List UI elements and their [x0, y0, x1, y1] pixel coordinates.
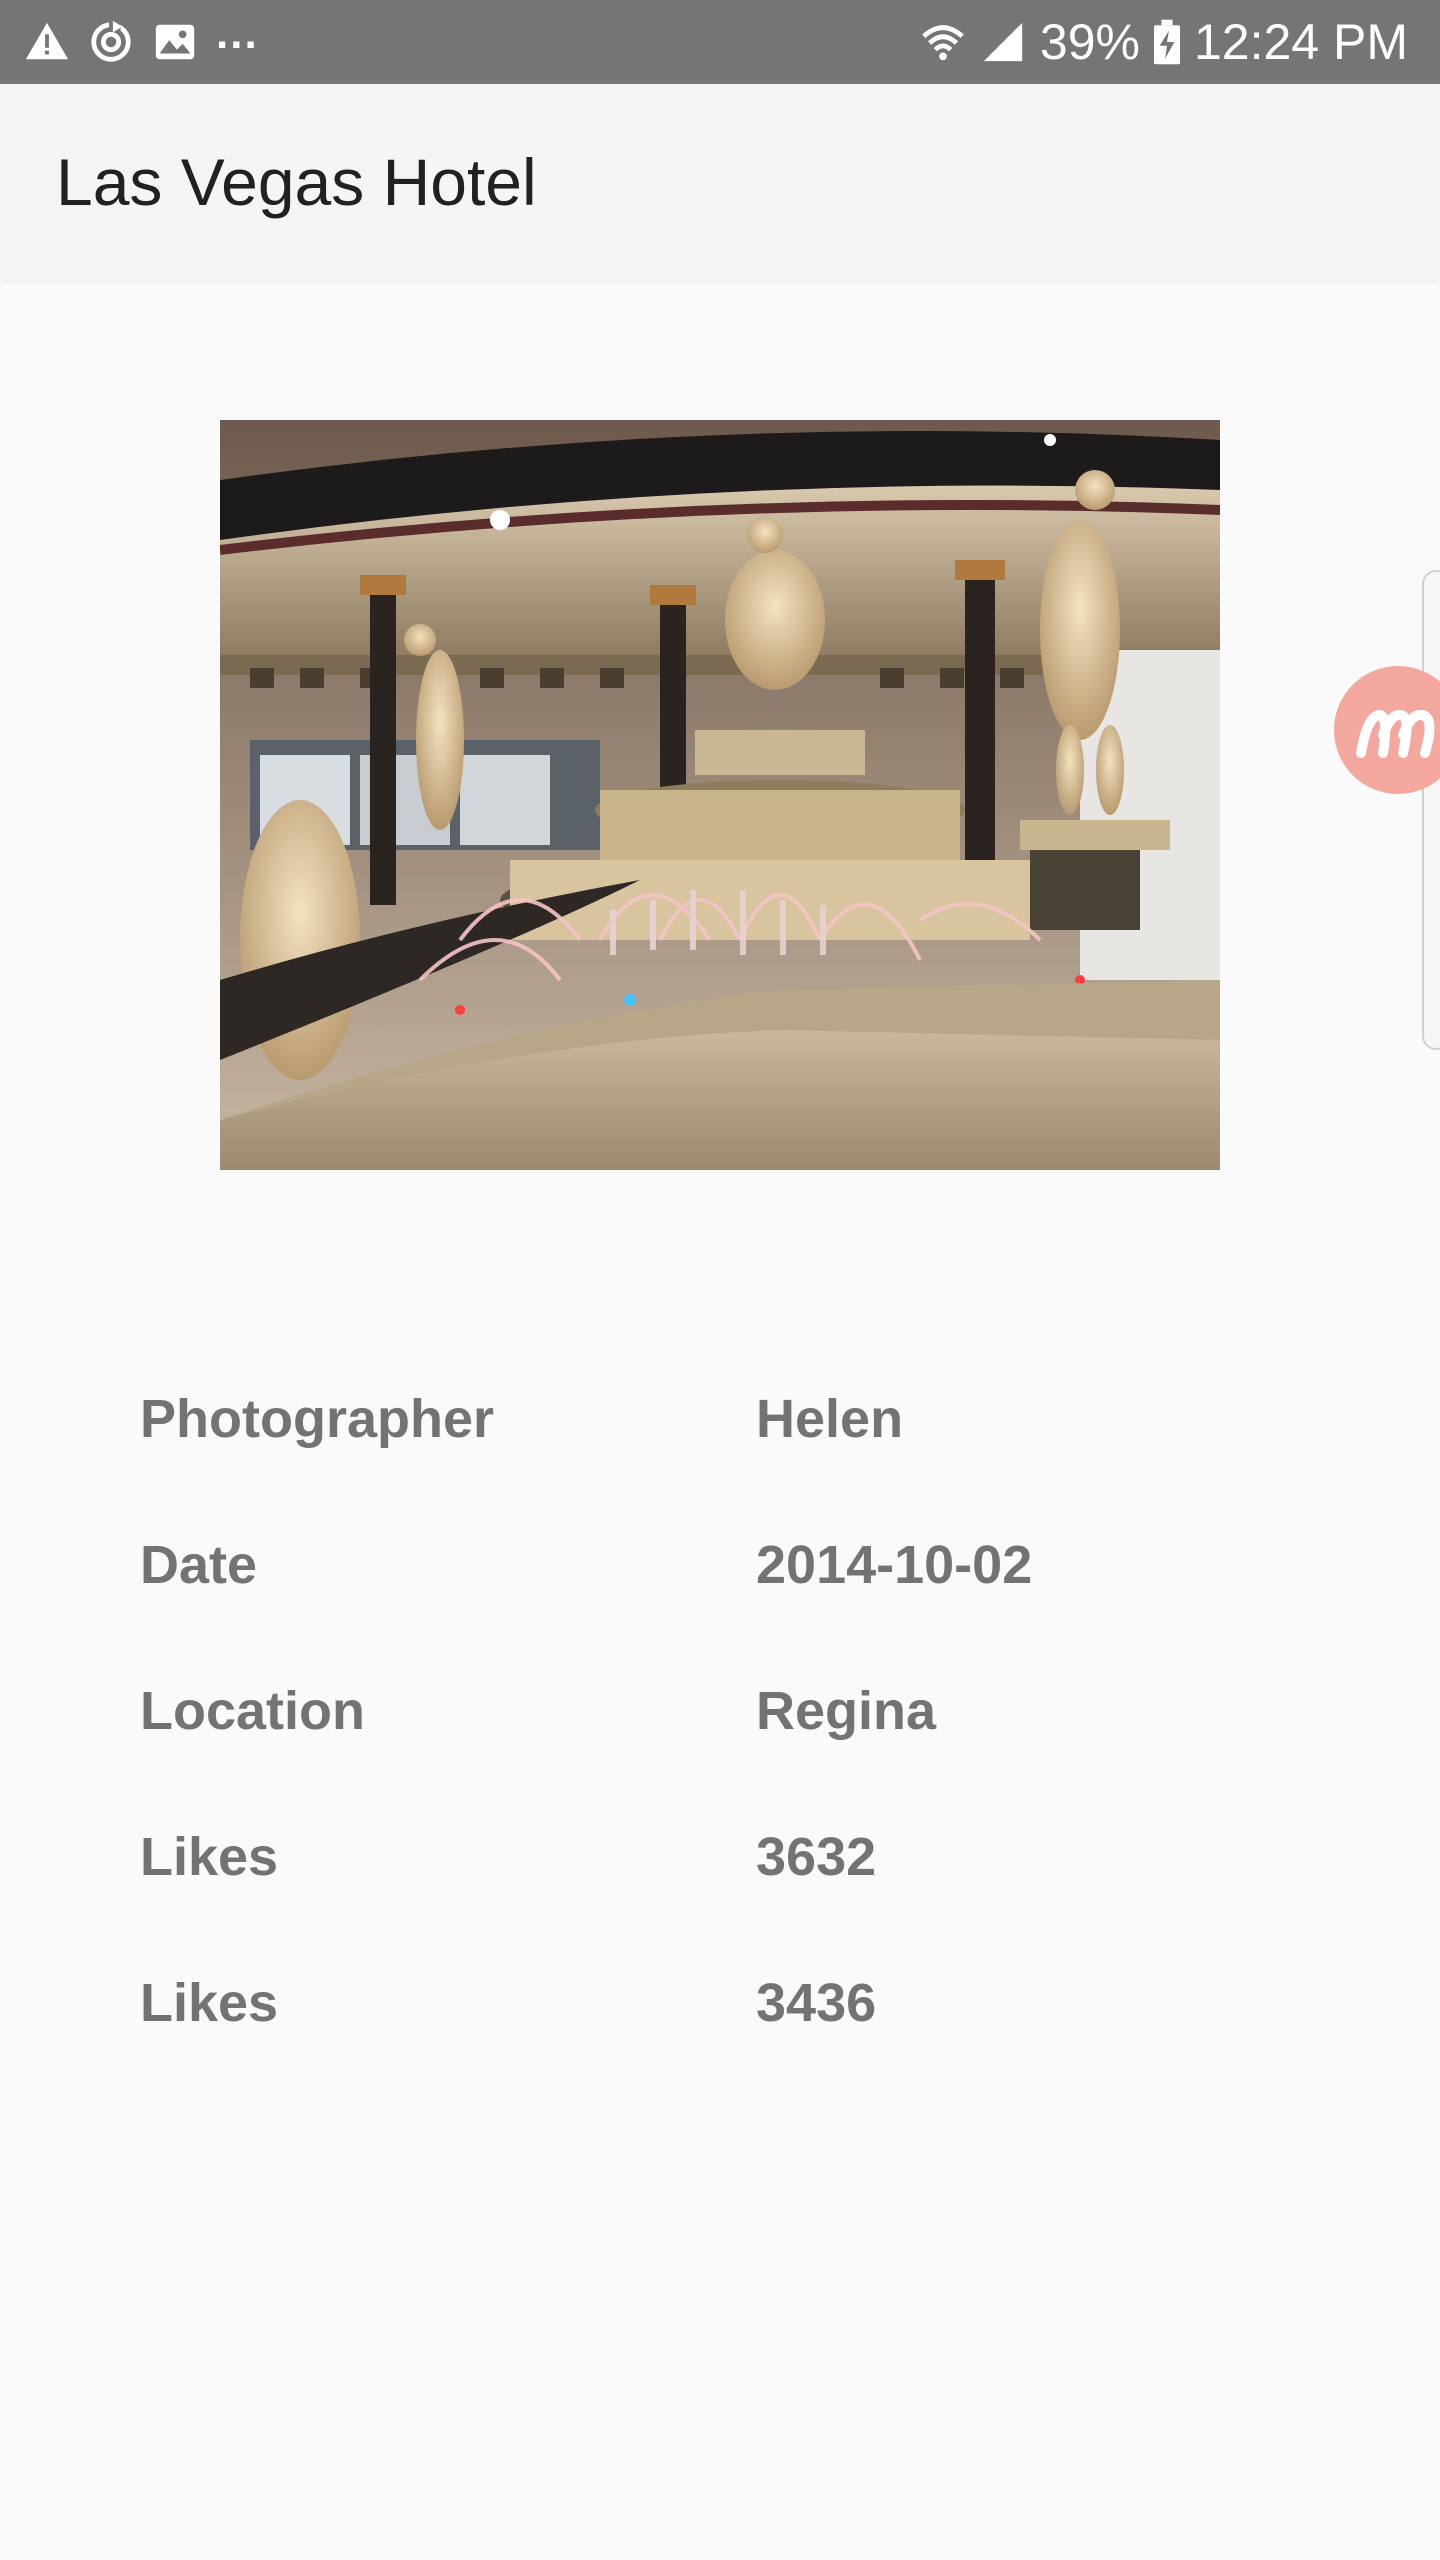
status-bar: ... 39% 12:24 PM — [0, 0, 1440, 84]
floating-app-badge[interactable] — [1334, 666, 1440, 794]
detail-label: Photographer — [140, 1389, 495, 1449]
wifi-icon — [922, 25, 964, 61]
detail-label: Likes — [140, 1827, 279, 1887]
image-icon — [155, 24, 195, 60]
battery-charging-icon — [1153, 19, 1180, 65]
detail-label: Likes — [140, 1973, 279, 2033]
app-bar: Las Vegas Hotel — [0, 84, 1440, 280]
detail-row-location: Location Regina — [140, 1662, 1300, 1808]
detail-row-likes-2: Likes 3436 — [140, 1954, 1300, 2100]
edge-panel-handle[interactable] — [1422, 570, 1440, 1050]
detail-value: Helen — [756, 1389, 904, 1449]
m-logo-icon — [1356, 709, 1435, 758]
detail-value: 3436 — [756, 1973, 877, 2033]
clock: 12:24 PM — [1193, 14, 1408, 70]
hotel-photo[interactable] — [220, 420, 1220, 1170]
status-left-group: ... — [24, 0, 259, 84]
detail-label: Location — [140, 1681, 365, 1741]
detail-row-date: Date 2014-10-02 — [140, 1516, 1300, 1662]
sync-icon — [91, 20, 131, 62]
detail-row-likes: Likes 3632 — [140, 1808, 1300, 1954]
detail-value: 3632 — [756, 1827, 877, 1887]
battery-percent: 39% — [1039, 14, 1140, 70]
notification-overflow: ... — [216, 9, 259, 58]
detail-value: Regina — [756, 1681, 937, 1741]
photo-details: Photographer Helen Date 2014-10-02 Locat… — [140, 1370, 1300, 2100]
detail-value: 2014-10-02 — [756, 1535, 1033, 1595]
fountain-illustration — [220, 420, 1220, 1170]
signal-icon — [983, 22, 1023, 62]
page-title: Las Vegas Hotel — [56, 145, 537, 219]
detail-row-photographer: Photographer Helen — [140, 1370, 1300, 1516]
status-right-group: 39% 12:24 PM — [906, 0, 1408, 84]
warning-icon — [25, 22, 69, 60]
detail-label: Date — [140, 1535, 258, 1595]
